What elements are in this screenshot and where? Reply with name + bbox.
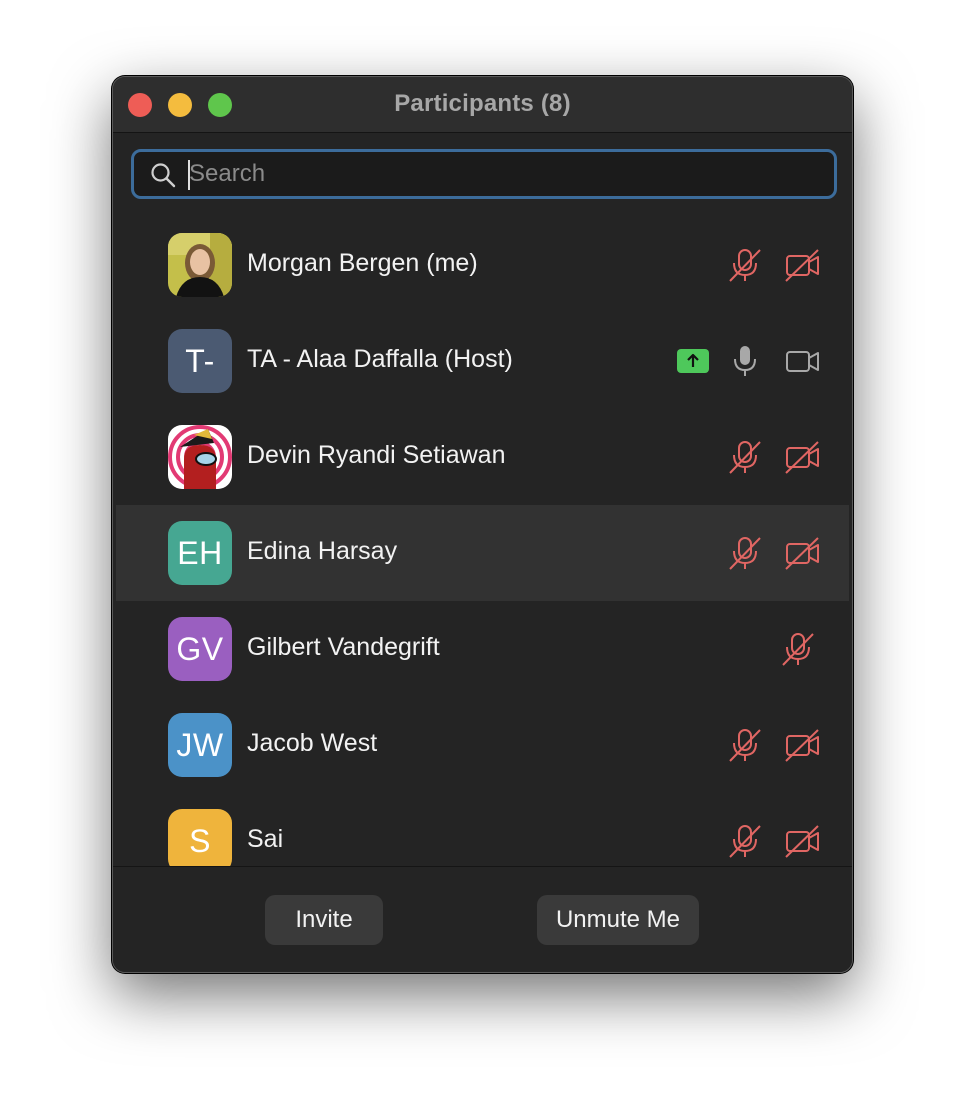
participant-name: Morgan Bergen (me) bbox=[247, 249, 478, 277]
participant-name: Sai bbox=[247, 825, 284, 853]
mic-muted-icon[interactable] bbox=[727, 439, 763, 475]
window-title: Participants (8) bbox=[394, 90, 571, 117]
video-off-icon[interactable] bbox=[783, 439, 823, 475]
invite-button[interactable]: Invite bbox=[265, 895, 383, 945]
participant-row-devin-ryandi-setiawan[interactable]: Devin Ryandi Setiawan bbox=[116, 409, 849, 505]
avatar: EH bbox=[168, 521, 232, 585]
avatar bbox=[168, 233, 232, 297]
video-off-icon[interactable] bbox=[783, 727, 823, 763]
participant-name: Gilbert Vandegrift bbox=[247, 633, 440, 661]
mic-muted-icon[interactable] bbox=[727, 247, 763, 283]
participant-row-alaa-daffalla[interactable]: T- TA - Alaa Daffalla (Host) bbox=[116, 313, 849, 409]
participant-name: Devin Ryandi Setiawan bbox=[247, 441, 506, 469]
avatar: S bbox=[168, 809, 232, 866]
avatar: GV bbox=[168, 617, 232, 681]
search-box[interactable] bbox=[131, 149, 837, 199]
participant-row-edina-harsay[interactable]: EH Edina Harsay bbox=[116, 505, 849, 601]
mic-muted-icon[interactable] bbox=[727, 535, 763, 571]
avatar: T- bbox=[168, 329, 232, 393]
mic-icon[interactable] bbox=[727, 343, 763, 379]
participant-row-gilbert-vandegrift[interactable]: GV Gilbert Vandegrift bbox=[116, 601, 849, 697]
participant-name: Jacob West bbox=[247, 729, 378, 757]
mic-muted-icon[interactable] bbox=[727, 823, 763, 859]
avatar bbox=[168, 425, 232, 489]
participant-list[interactable]: Morgan Bergen (me) T- TA - Alaa Daffalla… bbox=[113, 217, 852, 866]
title-bar: Participants (8) bbox=[113, 77, 852, 133]
search-input[interactable] bbox=[189, 156, 809, 192]
participant-name: TA - Alaa Daffalla (Host) bbox=[247, 345, 513, 373]
mic-muted-icon[interactable] bbox=[780, 631, 816, 667]
mic-muted-icon[interactable] bbox=[727, 727, 763, 763]
text-caret bbox=[188, 160, 190, 190]
video-off-icon[interactable] bbox=[783, 247, 823, 283]
participant-name: Edina Harsay bbox=[247, 537, 398, 565]
search-icon bbox=[151, 163, 176, 188]
participant-row-morgan-bergen[interactable]: Morgan Bergen (me) bbox=[116, 217, 849, 313]
video-off-icon[interactable] bbox=[783, 823, 823, 859]
participants-window: Participants (8) Morgan Bergen (me) bbox=[112, 76, 853, 973]
screen-share-icon bbox=[677, 349, 709, 373]
video-icon[interactable] bbox=[783, 343, 823, 379]
unmute-me-button[interactable]: Unmute Me bbox=[537, 895, 699, 945]
avatar: JW bbox=[168, 713, 232, 777]
video-off-icon[interactable] bbox=[783, 535, 823, 571]
participant-row-jacob-west[interactable]: JW Jacob West bbox=[116, 697, 849, 793]
participant-row-sai[interactable]: S Sai bbox=[116, 793, 849, 866]
footer-bar: Invite Unmute Me bbox=[113, 866, 852, 972]
